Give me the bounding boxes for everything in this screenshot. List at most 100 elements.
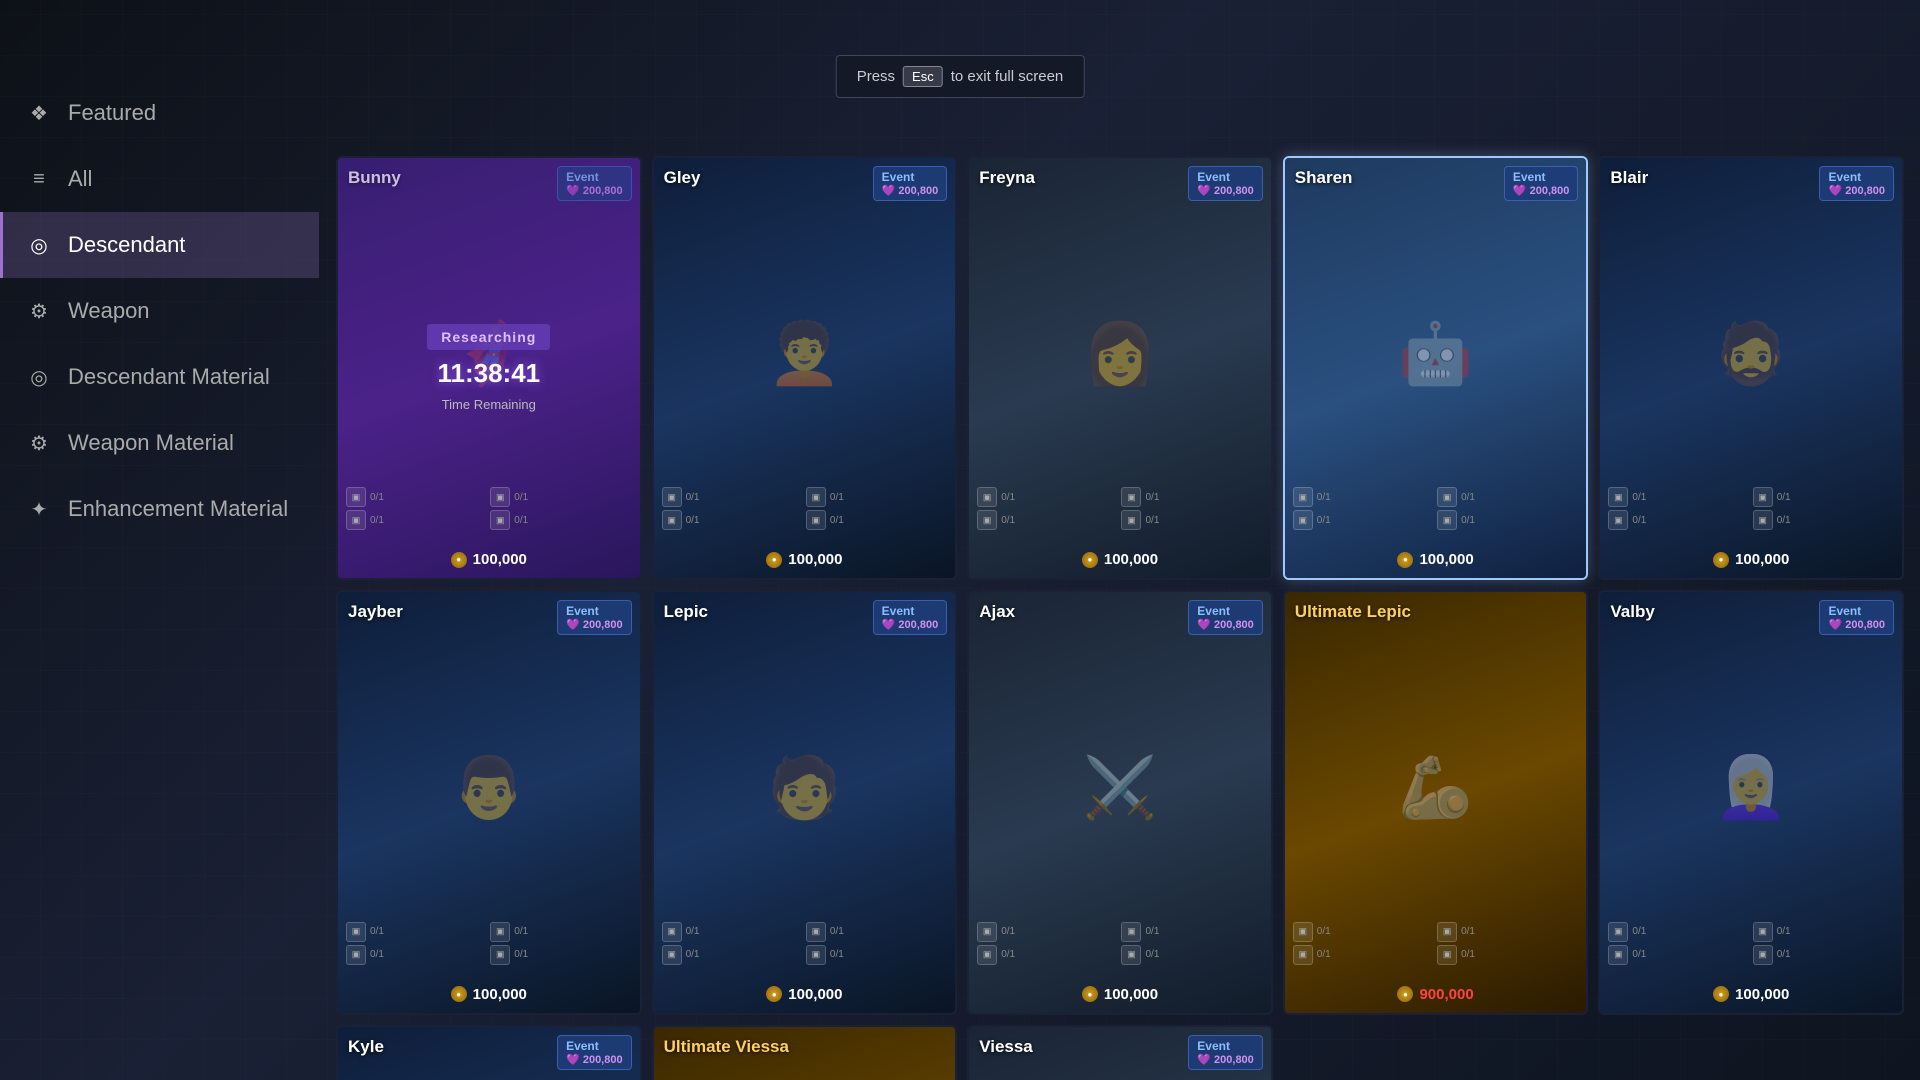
sidebar-item-descendant-material[interactable]: ◎ Descendant Material [0,344,319,410]
part-item-ultimate-lepic-0: ▣ 0/1 [1293,922,1434,942]
part-count: 0/1 [1001,515,1015,526]
cards-scroll-area[interactable]: 🦸BunnyEvent💜 200,800 Researching 11:38:4… [320,140,1920,1080]
event-badge-jayber: Event💜 200,800 [557,600,632,635]
part-icon: ▣ [490,945,510,965]
part-icon: ▣ [1608,487,1628,507]
event-badge-freyna: Event💜 200,800 [1188,166,1263,201]
part-count: 0/1 [514,492,528,503]
part-icon: ▣ [1293,487,1313,507]
card-parts-ajax: ▣0/1▣0/1▣0/1▣0/1 [977,922,1263,965]
part-count: 0/1 [686,515,700,526]
card-parts-valby: ▣0/1▣0/1▣0/1▣0/1 [1608,922,1894,965]
part-count: 0/1 [686,949,700,960]
character-figure-ultimate-viessa: 👩‍🦳 [654,1057,956,1080]
part-count: 0/1 [1632,515,1646,526]
part-icon: ▣ [977,487,997,507]
part-count: 0/1 [1777,515,1791,526]
part-count: 0/1 [1777,492,1791,503]
card-ultimate-viessa[interactable]: 👩‍🦳Ultimate Viessa [652,1025,958,1080]
card-ultimate-lepic[interactable]: 🦾Ultimate Lepic▣0/1▣0/1▣0/1▣0/1●900,000 [1283,590,1589,1014]
price-icon-freyna: ● [1082,552,1098,568]
part-count: 0/1 [1317,492,1331,503]
part-count: 0/1 [1461,926,1475,937]
sidebar-item-enhancement-material[interactable]: ✦ Enhancement Material [0,476,319,542]
price-value-freyna: 100,000 [1104,551,1158,568]
card-character-freyna: 👩 [969,188,1271,518]
enhancement-icon: ✦ [24,494,54,524]
sidebar-item-featured[interactable]: ❖ Featured [0,80,319,146]
part-icon: ▣ [1293,922,1313,942]
part-icon: ▣ [806,487,826,507]
part-item-jayber-0: ▣0/1 [346,922,487,942]
price-value-ultimate-lepic: 900,000 [1419,986,1473,1003]
esc-key: Esc [903,66,943,87]
part-count: 0/1 [1001,492,1015,503]
card-name-ultimate-viessa: Ultimate Viessa [664,1037,789,1057]
card-parts-blair: ▣0/1▣0/1▣0/1▣0/1 [1608,487,1894,530]
part-icon: ▣ [1437,510,1457,530]
card-ajax[interactable]: ⚔️AjaxEvent💜 200,800▣0/1▣0/1▣0/1▣0/1●100… [967,590,1273,1014]
part-count: 0/1 [1145,492,1159,503]
card-bunny[interactable]: 🦸BunnyEvent💜 200,800 Researching 11:38:4… [336,156,642,580]
part-item-ajax-2: ▣0/1 [977,945,1118,965]
part-icon: ▣ [806,945,826,965]
part-icon: ▣ [1293,945,1313,965]
part-count: 0/1 [1317,949,1331,960]
sidebar-item-weapon[interactable]: ⚙ Weapon [0,278,319,344]
card-parts-ultimate-lepic: ▣0/1▣0/1▣0/1▣0/1 [1293,922,1579,965]
event-badge-sharen: Event💜 200,800 [1504,166,1579,201]
card-name-ajax: Ajax [979,602,1015,622]
event-badge-valby: Event💜 200,800 [1819,600,1894,635]
part-count: 0/1 [514,515,528,526]
part-icon: ▣ [1293,510,1313,530]
featured-icon: ❖ [24,98,54,128]
card-name-freyna: Freyna [979,168,1035,188]
card-lepic[interactable]: 🧑LepicEvent💜 200,800▣0/1▣0/1▣0/1▣0/1●100… [652,590,958,1014]
part-item-bunny-0: ▣0/1 [346,487,487,507]
card-price-gley: ●100,000 [654,551,956,568]
part-icon: ▣ [1121,922,1141,942]
card-viessa[interactable]: 👩ViessaEvent💜 200,800 [967,1025,1273,1080]
part-icon: ▣ [1437,487,1457,507]
price-icon-jayber: ● [451,986,467,1002]
event-badge-lepic: Event💜 200,800 [873,600,948,635]
card-gley[interactable]: 🧑‍🦱GleyEvent💜 200,800▣0/1▣0/1▣0/1▣0/1●10… [652,156,958,580]
all-icon: ≡ [24,164,54,194]
card-jayber[interactable]: 👨JayberEvent💜 200,800▣0/1▣0/1▣0/1▣0/1●10… [336,590,642,1014]
part-count: 0/1 [1145,949,1159,960]
part-item-freyna-1: ▣ 0/1 [1121,487,1262,507]
sidebar-item-all[interactable]: ≡ All [0,146,319,212]
part-item-lepic-2: ▣0/1 [662,945,803,965]
part-icon: ▣ [1753,510,1773,530]
part-item-ultimate-lepic-1: ▣0/1 [1437,922,1578,942]
part-count: 0/1 [1317,926,1331,937]
part-item-gley-3: ▣0/1 [806,510,947,530]
price-value-valby: 100,000 [1735,986,1789,1003]
card-freyna[interactable]: 👩FreynaEvent💜 200,800▣0/1▣0/1▣0/1▣0/1●10… [967,156,1273,580]
part-icon: ▣ [490,510,510,530]
card-sharen[interactable]: 🤖SharenEvent💜 200,800▣0/1▣0/1▣0/1▣0/1●10… [1283,156,1589,580]
card-valby[interactable]: 👩‍🦳ValbyEvent💜 200,800▣0/1▣0/1▣0/1▣0/1●1… [1598,590,1904,1014]
part-icon: ▣ [1437,945,1457,965]
part-item-valby-2: ▣0/1 [1608,945,1749,965]
part-count: 0/1 [1145,515,1159,526]
card-name-ultimate-lepic: Ultimate Lepic [1295,602,1411,622]
card-parts-gley: ▣0/1▣0/1▣0/1▣0/1 [662,487,948,530]
event-badge-kyle: Event💜 200,800 [557,1035,632,1070]
character-figure-blair: 🧔 [1600,188,1902,518]
card-character-sharen: 🤖 [1285,188,1587,518]
part-item-gley-2: ▣0/1 [662,510,803,530]
part-item-ajax-0: ▣0/1 [977,922,1118,942]
character-figure-ultimate-lepic: 🦾 [1285,622,1587,952]
part-icon: ▣ [1121,487,1141,507]
card-kyle[interactable]: 👦KyleEvent💜 200,800 [336,1025,642,1080]
sidebar-item-descendant[interactable]: ◎ Descendant [0,212,319,278]
card-character-gley: 🧑‍🦱 [654,188,956,518]
sidebar-item-weapon-material[interactable]: ⚙ Weapon Material [0,410,319,476]
character-figure-ajax: ⚔️ [969,622,1271,952]
card-blair[interactable]: 🧔BlairEvent💜 200,800▣0/1▣0/1▣0/1▣0/1●100… [1598,156,1904,580]
card-name-blair: Blair [1610,168,1648,188]
part-icon: ▣ [1608,922,1628,942]
card-name-kyle: Kyle [348,1037,384,1057]
part-item-sharen-3: ▣0/1 [1437,510,1578,530]
